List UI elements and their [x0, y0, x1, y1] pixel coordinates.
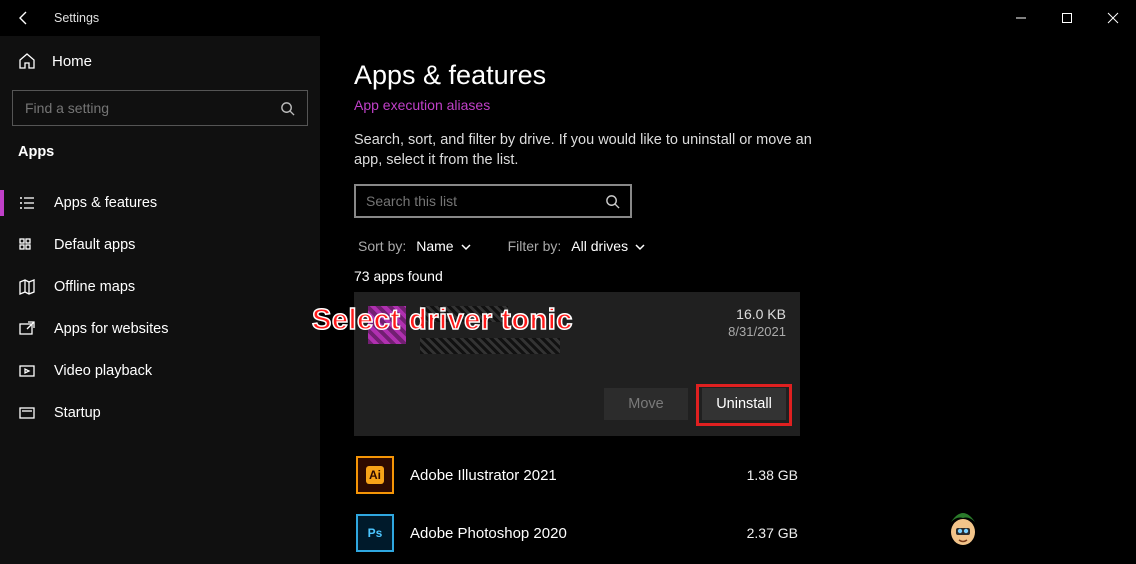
home-button[interactable]: Home	[0, 42, 320, 80]
page-description: Search, sort, and filter by drive. If yo…	[354, 131, 814, 170]
app-name-redacted	[420, 306, 560, 354]
sort-value: Name	[416, 238, 453, 254]
app-name: Adobe Photoshop 2020	[410, 525, 731, 542]
body-area: Home Apps Apps & features Default apps O	[0, 36, 1136, 564]
app-row-illustrator[interactable]: Ai Adobe Illustrator 2021 1.38 GB	[354, 446, 800, 504]
sidebar-item-label: Offline maps	[54, 279, 135, 295]
app-thumbnail	[368, 306, 406, 344]
app-icon-photoshop: Ps	[356, 514, 394, 552]
video-icon	[18, 362, 36, 380]
sort-by-dropdown[interactable]: Sort by: Name	[358, 238, 472, 254]
app-list-search-input[interactable]	[366, 193, 605, 209]
filter-value: All drives	[571, 238, 628, 254]
chevron-down-icon	[634, 240, 646, 252]
maximize-button[interactable]	[1044, 2, 1090, 34]
home-label: Home	[52, 53, 92, 70]
app-meta: 16.0 KB 8/31/2021	[728, 306, 786, 339]
sidebar-item-label: Apps & features	[54, 195, 157, 211]
app-execution-aliases-link[interactable]: App execution aliases	[354, 97, 490, 113]
sidebar-nav: Apps & features Default apps Offline map…	[0, 182, 320, 434]
main-content: Apps & features App execution aliases Se…	[320, 36, 1136, 564]
close-button[interactable]	[1090, 2, 1136, 34]
sidebar-item-default-apps[interactable]: Default apps	[0, 224, 320, 266]
open-icon	[18, 320, 36, 338]
sidebar-item-label: Default apps	[54, 237, 135, 253]
filters-row: Sort by: Name Filter by: All drives	[354, 238, 1102, 254]
sidebar-item-apps-websites[interactable]: Apps for websites	[0, 308, 320, 350]
app-size: 1.38 GB	[747, 467, 798, 483]
back-button[interactable]	[14, 8, 34, 28]
app-list-search[interactable]	[354, 184, 632, 218]
sidebar-item-label: Video playback	[54, 363, 152, 379]
titlebar: Settings	[0, 0, 1136, 36]
page-title: Apps & features	[354, 60, 1102, 91]
filter-by-dropdown[interactable]: Filter by: All drives	[508, 238, 646, 254]
startup-icon	[18, 404, 36, 422]
minimize-button[interactable]	[998, 2, 1044, 34]
grid-icon	[18, 236, 36, 254]
app-size: 2.37 GB	[747, 525, 798, 541]
sidebar-item-label: Apps for websites	[54, 321, 168, 337]
move-button[interactable]: Move	[604, 388, 688, 420]
settings-search-input[interactable]	[25, 100, 280, 116]
sidebar-item-label: Startup	[54, 405, 101, 421]
uninstall-button[interactable]: Uninstall	[702, 388, 786, 420]
sidebar-item-startup[interactable]: Startup	[0, 392, 320, 434]
search-icon	[605, 194, 620, 209]
app-name: Adobe Illustrator 2021	[410, 467, 731, 484]
sidebar-item-apps-features[interactable]: Apps & features	[0, 182, 320, 224]
app-row-photoshop[interactable]: Ps Adobe Photoshop 2020 2.37 GB	[354, 504, 800, 562]
map-icon	[18, 278, 36, 296]
filter-label: Filter by:	[508, 238, 562, 254]
app-card-row: 16.0 KB 8/31/2021	[368, 306, 786, 354]
selected-app-card[interactable]: 16.0 KB 8/31/2021 Move Uninstall	[354, 292, 800, 436]
settings-search[interactable]	[12, 90, 308, 126]
sidebar-item-video-playback[interactable]: Video playback	[0, 350, 320, 392]
app-actions: Move Uninstall	[368, 388, 786, 420]
sort-label: Sort by:	[358, 238, 406, 254]
app-size: 16.0 KB	[728, 306, 786, 322]
app-icon-illustrator: Ai	[356, 456, 394, 494]
titlebar-left: Settings	[0, 8, 99, 28]
app-date: 8/31/2021	[728, 324, 786, 339]
window-title: Settings	[50, 11, 99, 25]
settings-window: Settings Home Apps Apps & features	[0, 0, 1136, 564]
chevron-down-icon	[460, 240, 472, 252]
sidebar: Home Apps Apps & features Default apps O	[0, 36, 320, 564]
list-icon	[18, 194, 36, 212]
search-icon	[280, 101, 295, 116]
app-count: 73 apps found	[354, 268, 1102, 284]
section-label: Apps	[0, 144, 320, 182]
sidebar-item-offline-maps[interactable]: Offline maps	[0, 266, 320, 308]
window-controls	[998, 2, 1136, 34]
